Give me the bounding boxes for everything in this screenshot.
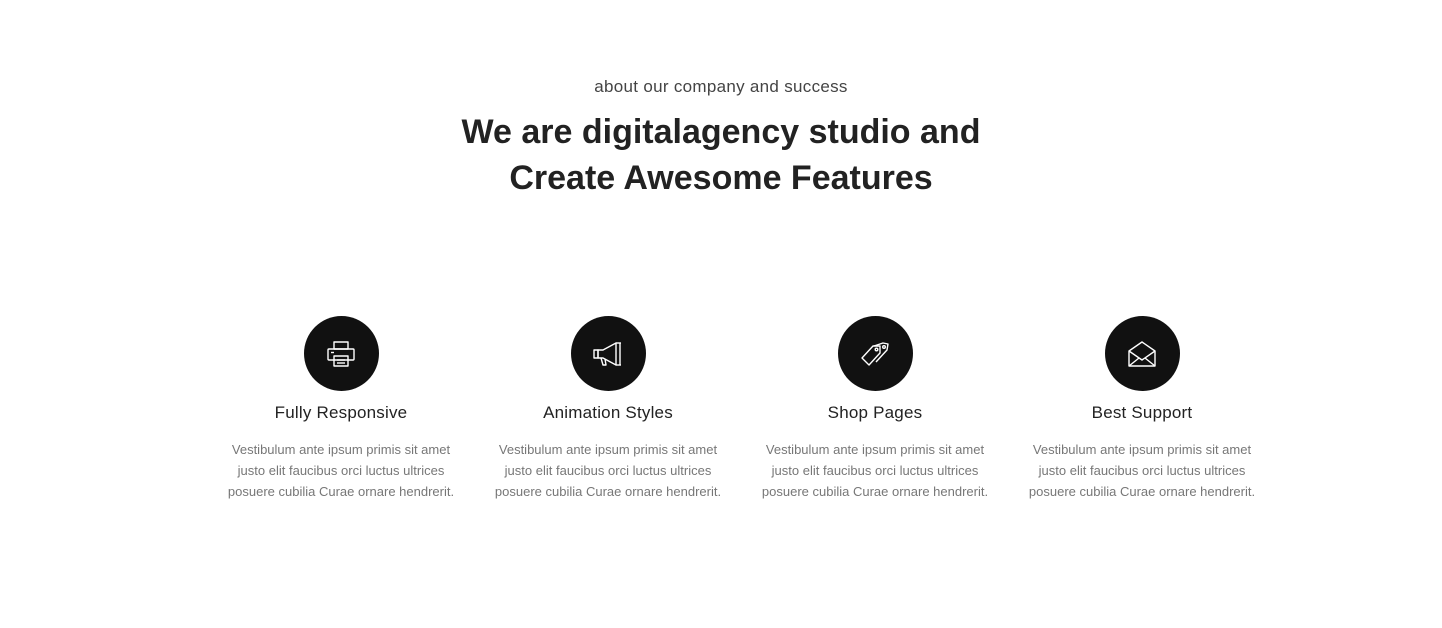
envelope-icon bbox=[1104, 316, 1180, 391]
feature-title: Shop Pages bbox=[827, 403, 923, 422]
section-title-line-1: We are digitalagency studio and bbox=[461, 113, 981, 151]
feature-title: Fully Responsive bbox=[274, 403, 408, 422]
feature-card-support: Best Support Vestibulum ante ipsum primi… bbox=[1017, 316, 1267, 502]
feature-card-responsive: Fully Responsive Vestibulum ante ipsum p… bbox=[216, 316, 466, 502]
feature-card-shop: Shop Pages Vestibulum ante ipsum primis … bbox=[750, 316, 1000, 502]
feature-description: Vestibulum ante ipsum primis sit amet ju… bbox=[761, 442, 989, 499]
feature-title: Animation Styles bbox=[543, 403, 673, 422]
feature-title: Best Support bbox=[1091, 403, 1193, 422]
section-eyebrow: about our company and success bbox=[594, 77, 848, 96]
feature-description: Vestibulum ante ipsum primis sit amet ju… bbox=[227, 442, 455, 499]
feature-description: Vestibulum ante ipsum primis sit amet ju… bbox=[494, 442, 722, 499]
feature-description: Vestibulum ante ipsum primis sit amet ju… bbox=[1028, 442, 1256, 499]
section-title: We are digitalagency studio and Create A… bbox=[0, 109, 1442, 201]
section-title-line-2: Create Awesome Features bbox=[509, 159, 933, 197]
feature-card-animation: Animation Styles Vestibulum ante ipsum p… bbox=[483, 316, 733, 502]
printer-icon bbox=[303, 316, 379, 391]
features-row: Fully Responsive Vestibulum ante ipsum p… bbox=[0, 316, 1442, 536]
price-tags-icon bbox=[837, 316, 913, 391]
megaphone-icon bbox=[570, 316, 646, 391]
